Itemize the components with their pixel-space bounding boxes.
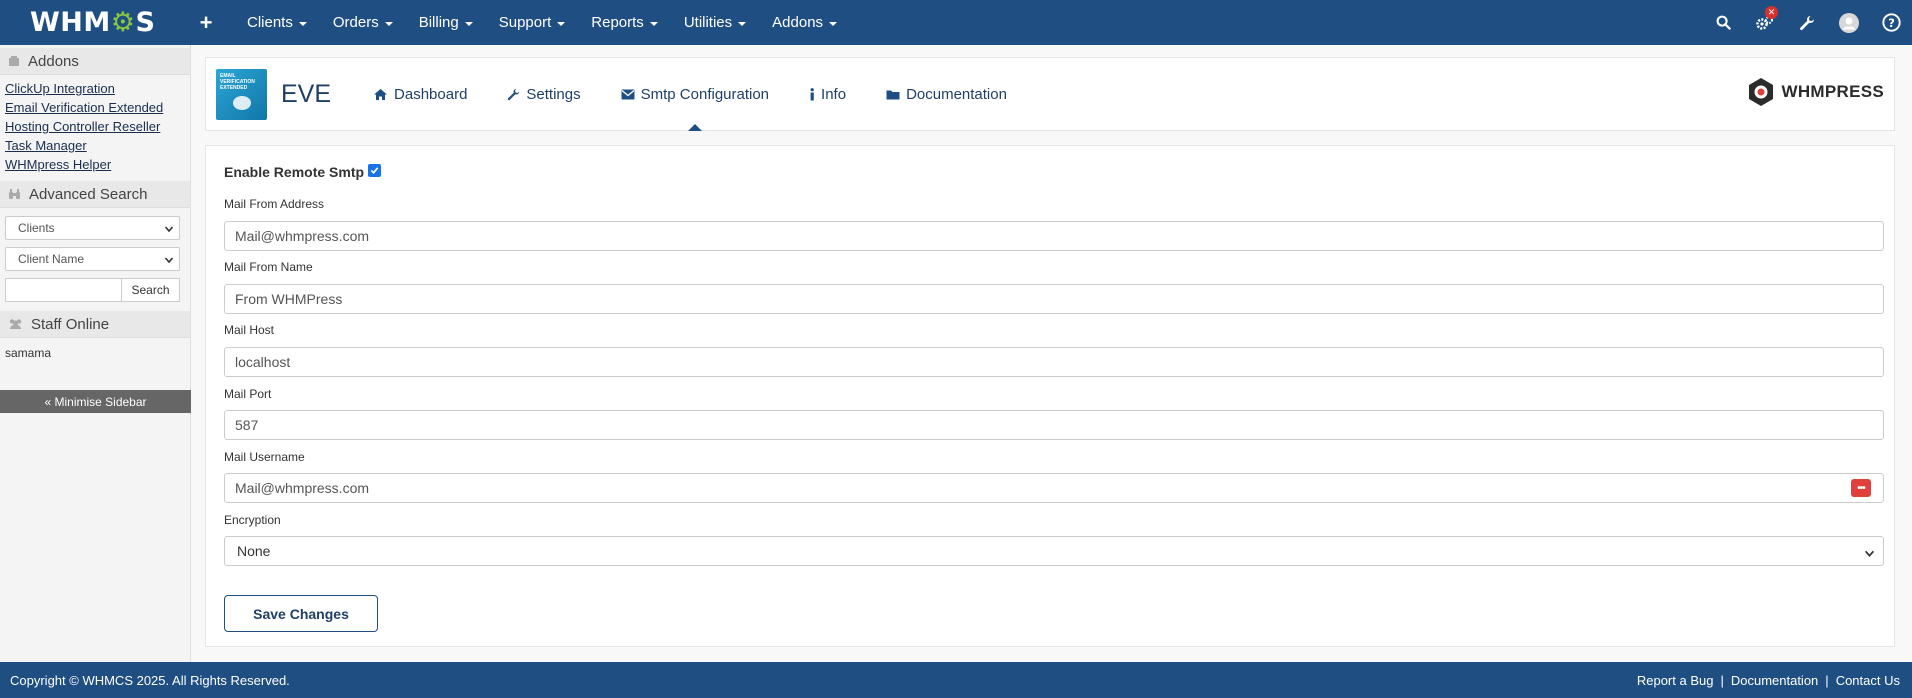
nav-reports[interactable]: Reports bbox=[578, 0, 671, 45]
tab-info[interactable]: Info bbox=[789, 57, 866, 131]
quick-add-button[interactable]: + bbox=[190, 10, 222, 36]
staff-online-name: samama bbox=[5, 346, 52, 360]
caret-down-icon bbox=[464, 21, 473, 26]
nav-billing[interactable]: Billing bbox=[406, 0, 486, 45]
home-icon bbox=[373, 88, 388, 101]
svg-text:?: ? bbox=[1888, 16, 1895, 30]
enable-remote-smtp: Enable Remote Smtp bbox=[224, 163, 382, 180]
caret-down-icon bbox=[738, 21, 747, 26]
sidebar-header-staff-online: Staff Online bbox=[0, 311, 190, 338]
nav-utilities[interactable]: Utilities bbox=[671, 0, 759, 45]
search-input[interactable] bbox=[5, 278, 121, 302]
mail-port-label: Mail Port bbox=[224, 387, 272, 401]
caret-down-icon bbox=[298, 21, 307, 26]
envelope-icon bbox=[621, 89, 635, 100]
navbar-right-icons: ✕ ? bbox=[1702, 0, 1912, 45]
info-icon bbox=[809, 87, 815, 101]
top-navbar: WHM ⚙ S + Clients Orders Billing Support R… bbox=[0, 0, 1912, 45]
tab-settings[interactable]: Settings bbox=[487, 57, 600, 131]
help-icon[interactable]: ? bbox=[1870, 0, 1912, 45]
users-icon bbox=[8, 318, 23, 330]
whmpress-brand-logo[interactable]: WHMPRESS bbox=[1745, 76, 1884, 108]
mail-host-input[interactable]: localhost bbox=[224, 347, 1884, 377]
module-logo: EMAIL VERIFICATION EXTENDED bbox=[216, 68, 267, 120]
smtp-config-form: Enable Remote Smtp Mail From Address Mai… bbox=[205, 145, 1895, 647]
chevron-down-icon bbox=[1864, 546, 1875, 562]
copyright-text: Copyright © WHMCS 2025. All Rights Reser… bbox=[10, 672, 290, 688]
sidebar-link-task-manager[interactable]: Task Manager bbox=[5, 136, 185, 155]
footer-separator: | bbox=[1825, 672, 1829, 688]
advanced-search-form: Clients Client Name Search bbox=[0, 208, 190, 308]
mail-port-input[interactable]: 587 bbox=[224, 410, 1884, 440]
encryption-label: Encryption bbox=[224, 513, 281, 527]
wrench-icon bbox=[507, 88, 520, 101]
mail-username-label: Mail Username bbox=[224, 450, 305, 464]
sidebar-header-advanced-search: Advanced Search bbox=[0, 181, 190, 208]
module-header: EMAIL VERIFICATION EXTENDED EVE Dashboar… bbox=[205, 57, 1895, 131]
sidebar-header-addons: Addons bbox=[0, 48, 190, 75]
footer-link-documentation[interactable]: Documentation bbox=[1731, 673, 1818, 688]
chevron-down-icon bbox=[164, 254, 174, 268]
sidebar-link-clickup[interactable]: ClickUp Integration bbox=[5, 79, 185, 98]
mail-from-address-label: Mail From Address bbox=[224, 197, 325, 211]
mail-host-label: Mail Host bbox=[224, 323, 275, 337]
search-row: Search bbox=[5, 278, 180, 302]
caret-down-icon bbox=[557, 21, 566, 26]
search-button[interactable]: Search bbox=[121, 278, 180, 302]
nav-addons[interactable]: Addons bbox=[759, 0, 850, 45]
search-icon[interactable] bbox=[1702, 0, 1744, 45]
sidebar-link-hosting-controller[interactable]: Hosting Controller Reseller bbox=[5, 117, 185, 136]
tab-smtp-configuration[interactable]: Smtp Configuration bbox=[601, 57, 789, 131]
footer: Copyright © WHMCS 2025. All Rights Reser… bbox=[0, 662, 1912, 698]
encryption-select[interactable]: None bbox=[224, 536, 1884, 566]
folder-icon bbox=[886, 89, 900, 100]
sidebar-link-eve[interactable]: Email Verification Extended bbox=[5, 98, 185, 117]
notification-badge: ✕ bbox=[1765, 6, 1778, 19]
enable-remote-smtp-checkbox[interactable] bbox=[368, 163, 382, 177]
gear-logo-icon: ⚙ bbox=[110, 7, 136, 38]
search-type-select[interactable]: Clients bbox=[5, 216, 180, 240]
wrench-icon[interactable] bbox=[1786, 0, 1828, 45]
mail-username-input[interactable]: Mail@whmpress.com ••• bbox=[224, 473, 1884, 503]
gears-icon[interactable]: ✕ bbox=[1744, 0, 1786, 45]
mail-from-name-label: Mail From Name bbox=[224, 260, 313, 274]
sidebar: Addons ClickUp Integration Email Verific… bbox=[0, 45, 191, 662]
addons-links: ClickUp Integration Email Verification E… bbox=[0, 75, 190, 178]
chevron-down-icon bbox=[164, 223, 174, 237]
footer-link-contact-us[interactable]: Contact Us bbox=[1836, 673, 1900, 688]
whmcs-logo[interactable]: WHM ⚙ S bbox=[0, 0, 190, 45]
nav-orders[interactable]: Orders bbox=[320, 0, 406, 45]
cube-icon bbox=[8, 55, 20, 67]
binoculars-icon bbox=[8, 188, 21, 200]
nav-clients[interactable]: Clients bbox=[234, 0, 320, 45]
hexagon-logo-icon bbox=[1749, 78, 1774, 106]
minimise-sidebar-button[interactable]: « Minimise Sidebar bbox=[0, 390, 191, 413]
tab-documentation[interactable]: Documentation bbox=[866, 57, 1027, 131]
caret-down-icon bbox=[384, 21, 393, 26]
caret-down-icon bbox=[649, 21, 658, 26]
mail-from-name-input[interactable]: From WHMPress bbox=[224, 284, 1884, 314]
module-name: EVE bbox=[281, 79, 332, 108]
sidebar-link-whmpress-helper[interactable]: WHMpress Helper bbox=[5, 155, 185, 174]
tab-dashboard[interactable]: Dashboard bbox=[353, 57, 487, 131]
footer-link-report-bug[interactable]: Report a Bug bbox=[1637, 673, 1714, 688]
password-manager-icon[interactable]: ••• bbox=[1851, 479, 1871, 497]
module-logo-text: EMAIL VERIFICATION EXTENDED bbox=[220, 72, 255, 91]
mail-from-address-input[interactable]: Mail@whmpress.com bbox=[224, 221, 1884, 251]
main-nav: Clients Orders Billing Support Reports U… bbox=[234, 0, 850, 45]
footer-links: Report a Bug | Documentation | Contact U… bbox=[1637, 673, 1900, 688]
user-avatar[interactable] bbox=[1828, 0, 1870, 45]
save-changes-button[interactable]: Save Changes bbox=[224, 595, 378, 632]
search-field-select[interactable]: Client Name bbox=[5, 247, 180, 271]
caret-down-icon bbox=[829, 21, 838, 26]
nav-support[interactable]: Support bbox=[486, 0, 579, 45]
envelope-badge-icon bbox=[233, 95, 251, 110]
footer-separator: | bbox=[1720, 672, 1724, 688]
